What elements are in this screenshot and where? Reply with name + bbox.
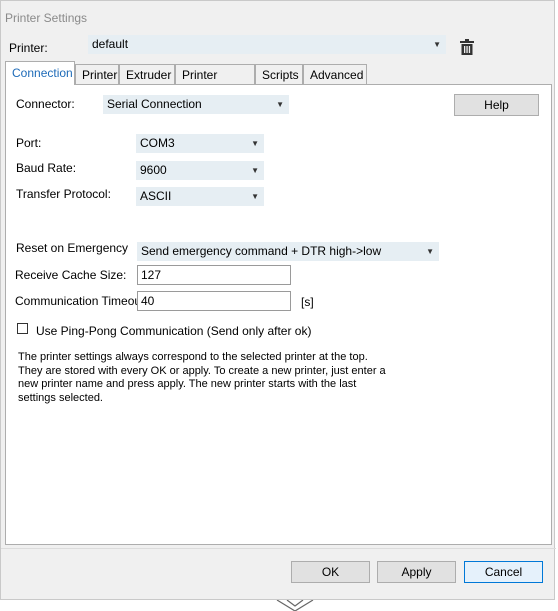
printer-label: Printer:: [9, 41, 48, 55]
tab-printer[interactable]: Printer: [75, 64, 119, 84]
footer-divider: [1, 548, 556, 549]
receive-cache-size-label: Receive Cache Size:: [15, 268, 127, 282]
tab-scripts[interactable]: Scripts: [255, 64, 303, 84]
window-title: Printer Settings: [5, 11, 88, 25]
chevron-down-icon: ▼: [251, 166, 259, 175]
ping-pong-label[interactable]: Use Ping-Pong Communication (Send only a…: [36, 324, 311, 338]
transfer-protocol-select-value: ASCII: [140, 189, 172, 203]
port-select[interactable]: COM3 ▼: [136, 134, 264, 153]
communication-timeout-input[interactable]: 40: [137, 291, 291, 311]
port-select-value: COM3: [140, 136, 175, 150]
baud-rate-label: Baud Rate:: [16, 161, 77, 175]
printer-select-value: default: [92, 37, 129, 51]
printer-settings-window: Printer Settings Printer: default ▼ Conn…: [0, 0, 556, 600]
tab-extruder[interactable]: Extruder: [119, 64, 175, 84]
transfer-protocol-select[interactable]: ASCII ▼: [136, 187, 264, 206]
printer-select[interactable]: default ▼: [88, 35, 446, 54]
connection-panel: [5, 84, 552, 545]
help-button[interactable]: Help: [454, 94, 539, 116]
timeout-unit-label: [s]: [301, 295, 314, 309]
connector-label: Connector:: [16, 97, 75, 111]
chevron-down-icon: ▼: [426, 247, 434, 256]
reset-on-emergency-select-value: Send emergency command + DTR high->low: [141, 244, 382, 258]
info-text: The printer settings always correspond t…: [18, 351, 386, 404]
apply-button[interactable]: Apply: [377, 561, 456, 583]
receive-cache-size-input[interactable]: 127: [137, 265, 291, 285]
cancel-button[interactable]: Cancel: [464, 561, 543, 583]
baud-rate-select-value: 9600: [140, 163, 167, 177]
transfer-protocol-label: Transfer Protocol:: [16, 187, 111, 201]
chevron-down-icon: ▼: [433, 40, 441, 49]
reset-on-emergency-select[interactable]: Send emergency command + DTR high->low ▼: [137, 242, 439, 261]
connector-select-value: Serial Connection: [107, 97, 202, 111]
trash-icon[interactable]: [460, 39, 474, 55]
ok-button[interactable]: OK: [291, 561, 370, 583]
ping-pong-checkbox[interactable]: [17, 323, 28, 334]
chevron-down-icon: ▼: [276, 100, 284, 109]
communication-timeout-label: Communication Timeout:: [15, 294, 148, 308]
tab-advanced[interactable]: Advanced: [303, 64, 367, 84]
tab-connection[interactable]: Connection: [5, 61, 75, 85]
chevron-down-icon: ▼: [251, 192, 259, 201]
port-label: Port:: [16, 136, 42, 150]
reset-on-emergency-label: Reset on Emergency: [16, 241, 129, 255]
tab-printer-shape[interactable]: Printer Shape: [175, 64, 255, 102]
baud-rate-select[interactable]: 9600 ▼: [136, 161, 264, 180]
chevron-down-icon: ▼: [251, 139, 259, 148]
resize-grip-icon[interactable]: [275, 600, 315, 611]
connector-select[interactable]: Serial Connection ▼: [103, 95, 289, 114]
